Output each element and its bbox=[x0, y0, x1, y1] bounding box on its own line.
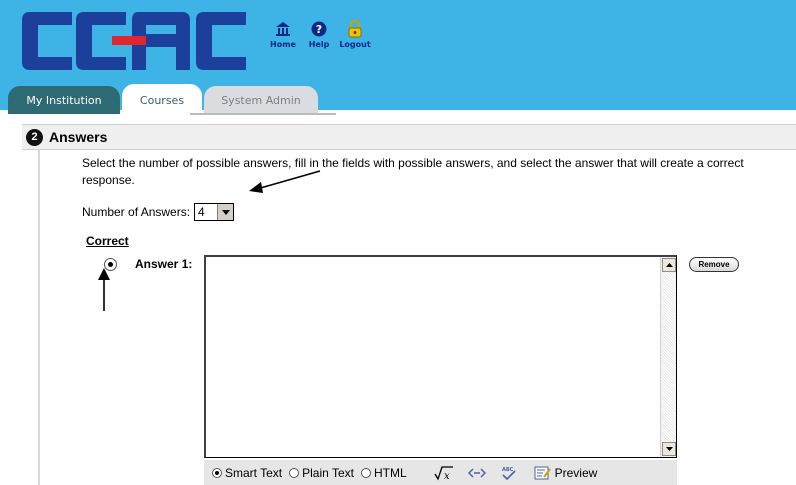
page: { "header": { "logo_text": "CCAC", "nav"… bbox=[0, 0, 796, 485]
arrow-to-number-of-answers bbox=[249, 170, 321, 193]
arrow-to-correct-radio bbox=[98, 268, 110, 311]
annotation-arrows bbox=[98, 170, 321, 311]
